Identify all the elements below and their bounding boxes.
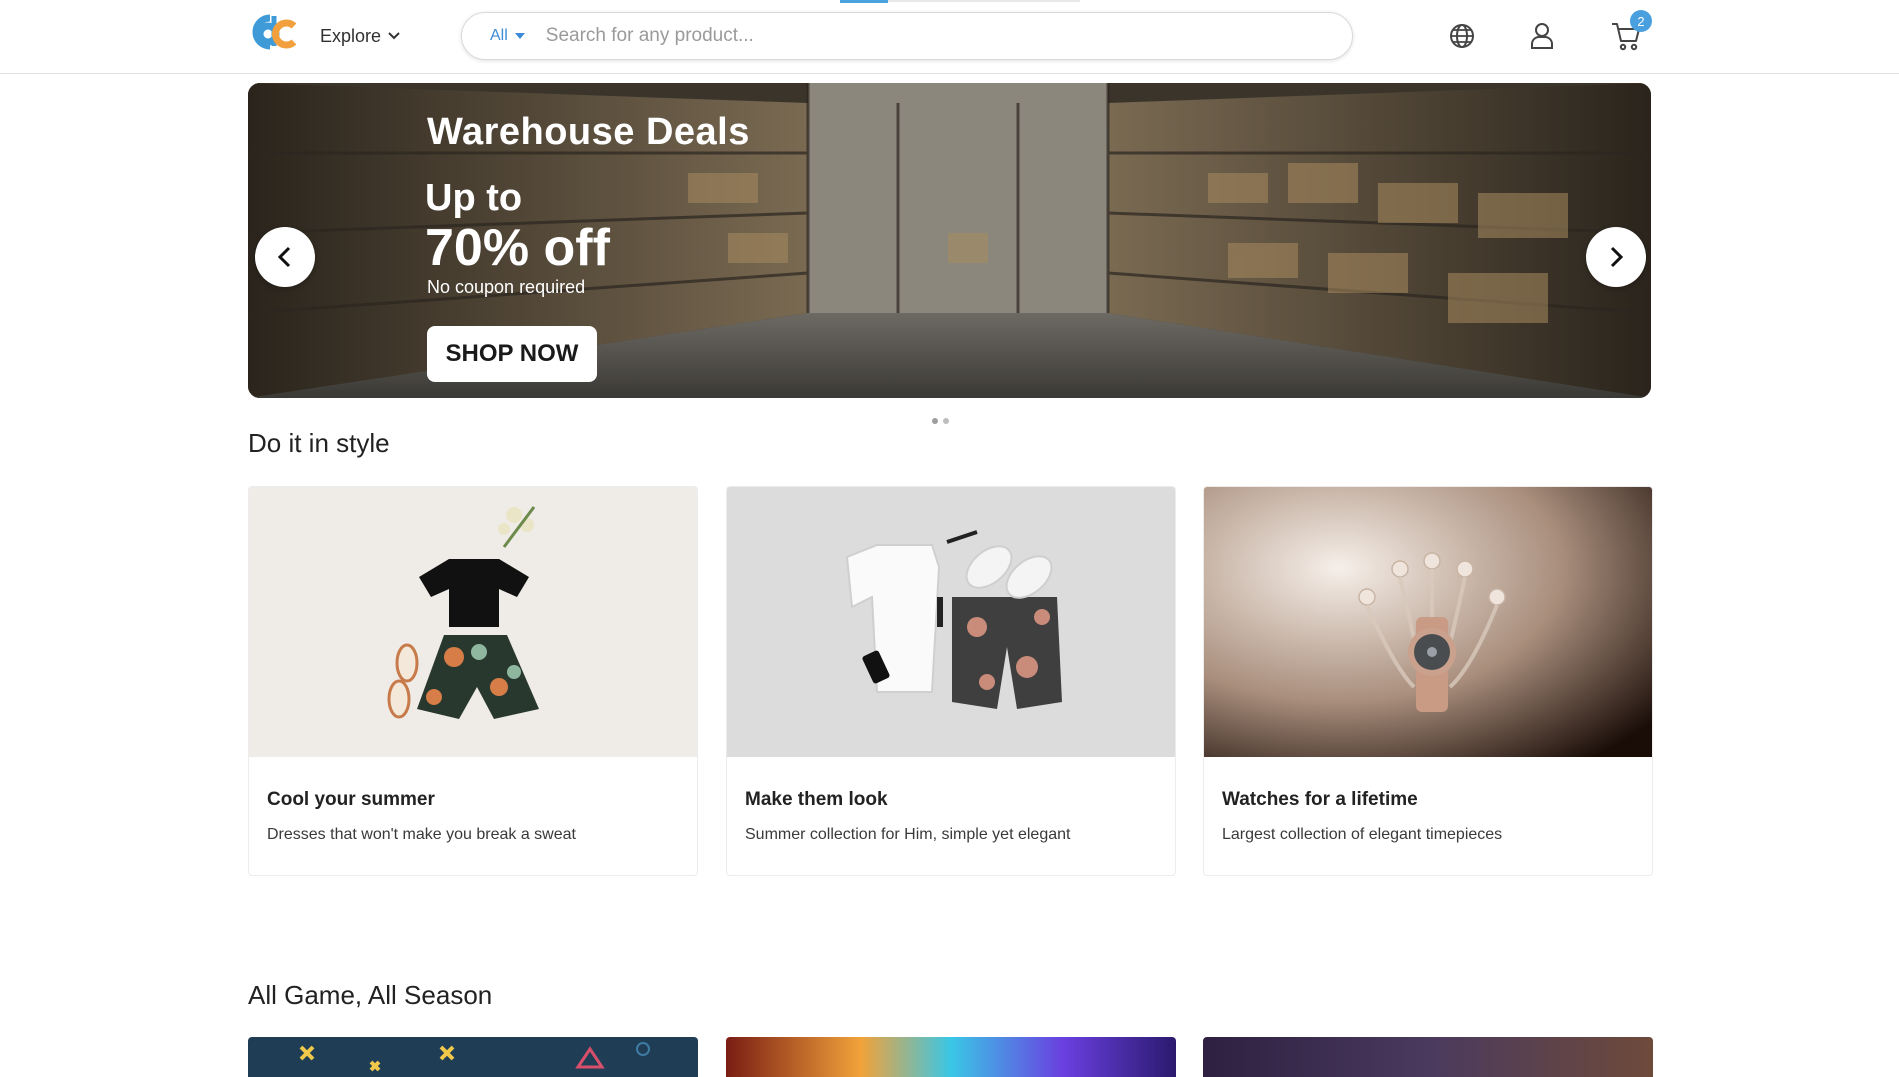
chevron-left-icon — [277, 246, 291, 268]
dark-gradient-image — [1203, 1037, 1653, 1077]
search-input[interactable] — [543, 20, 1352, 52]
page-loading-track — [888, 0, 1080, 2]
banner-title: Warehouse Deals — [427, 111, 750, 153]
chevron-right-icon — [1610, 246, 1624, 268]
explore-menu[interactable]: Explore — [320, 24, 401, 48]
chevron-down-icon — [388, 32, 400, 40]
game-card[interactable] — [248, 1037, 698, 1077]
top-navbar: Explore All 2 — [0, 0, 1899, 74]
search-category-label: All — [490, 27, 508, 44]
game-card[interactable] — [726, 1037, 1176, 1077]
category-card[interactable]: Watches for a lifetime Largest collectio… — [1203, 486, 1653, 876]
carousel-dot[interactable] — [932, 418, 938, 424]
banner-upto: Up to — [425, 177, 523, 219]
carousel-prev-button[interactable] — [255, 227, 315, 287]
game-card[interactable] — [1203, 1037, 1653, 1077]
card-subtitle: Summer collection for Him, simple yet el… — [745, 826, 1071, 843]
user-icon[interactable] — [1526, 20, 1558, 52]
explore-label: Explore — [320, 25, 382, 46]
hero-banner[interactable]: Warehouse Deals Up to 70% off No coupon … — [248, 83, 1651, 398]
banner-note: No coupon required — [427, 277, 586, 297]
carousel-dot[interactable] — [943, 418, 949, 424]
caret-down-icon — [514, 33, 525, 39]
brand-logo[interactable] — [244, 12, 296, 56]
search-bar: All — [461, 12, 1353, 60]
card-title: Watches for a lifetime — [1222, 789, 1418, 810]
summer-outfit-image — [249, 487, 697, 757]
colorful-light-image — [726, 1037, 1176, 1077]
card-title: Cool your summer — [267, 789, 435, 810]
carousel-next-button[interactable] — [1586, 227, 1646, 287]
banner-discount: 70% off — [425, 219, 610, 277]
card-subtitle: Dresses that won't make you break a swea… — [267, 826, 576, 843]
section-title-games: All Game, All Season — [248, 980, 493, 1010]
category-card[interactable]: Cool your summer Dresses that won't make… — [248, 486, 698, 876]
mens-outfit-image — [727, 487, 1175, 757]
card-subtitle: Largest collection of elegant timepieces — [1222, 826, 1503, 843]
search-category-select[interactable]: All — [490, 27, 526, 45]
category-card[interactable]: Make them look Summer collection for Him… — [726, 486, 1176, 876]
card-title: Make them look — [745, 789, 888, 810]
shop-now-button[interactable]: SHOP NOW — [427, 326, 597, 382]
game-controller-pattern-image — [248, 1037, 698, 1077]
carousel-dots — [932, 418, 949, 424]
cart-count-badge: 2 — [1630, 10, 1652, 32]
page-loading-indicator — [840, 0, 888, 3]
section-title-style: Do it in style — [248, 428, 390, 458]
globe-icon[interactable] — [1446, 20, 1478, 52]
watch-image — [1204, 487, 1652, 757]
